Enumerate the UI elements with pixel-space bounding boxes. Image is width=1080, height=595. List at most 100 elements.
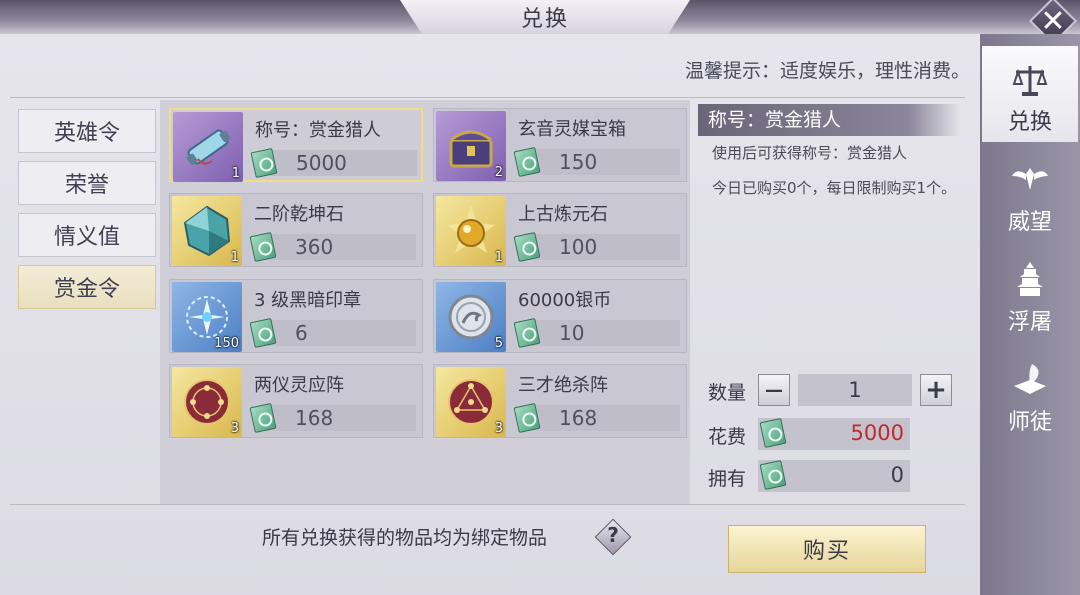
item-card-two-forces-formation[interactable]: 3 两仪灵应阵 168 bbox=[169, 364, 423, 438]
item-price: 360 bbox=[295, 235, 334, 259]
question-icon: ? bbox=[607, 523, 619, 547]
formation-disc-icon bbox=[184, 379, 230, 425]
owned-field: 0 bbox=[758, 459, 910, 492]
item-icon-frame: 2 bbox=[436, 111, 506, 181]
quantity-field[interactable]: 1 bbox=[798, 374, 912, 406]
item-price: 100 bbox=[559, 235, 598, 259]
category-tab-bounty-token[interactable]: 赏金令 bbox=[18, 265, 156, 309]
item-quantity: 3 bbox=[230, 421, 239, 436]
item-quantity: 5 bbox=[494, 336, 503, 351]
price-bar bbox=[262, 234, 416, 260]
price-bar bbox=[526, 405, 680, 431]
bound-items-note: 所有兑换获得的物品均为绑定物品 bbox=[262, 527, 548, 549]
item-quantity: 2 bbox=[494, 165, 503, 180]
item-price: 5000 bbox=[296, 151, 347, 175]
item-name: 上古炼元石 bbox=[518, 204, 608, 225]
price-bar bbox=[526, 149, 680, 175]
item-icon-frame: 3 bbox=[436, 367, 506, 437]
side-tab-label: 师徒 bbox=[1007, 410, 1052, 435]
category-tab-label: 情义值 bbox=[53, 225, 120, 250]
buy-button[interactable]: 购买 bbox=[728, 525, 926, 573]
silver-coin-icon bbox=[448, 294, 494, 340]
item-price: 168 bbox=[559, 406, 598, 430]
crystal-stone-icon bbox=[183, 205, 231, 257]
quantity-increase-button[interactable]: + bbox=[920, 374, 952, 406]
item-price: 168 bbox=[295, 406, 334, 430]
price-bar bbox=[526, 234, 680, 260]
cost-value: 5000 bbox=[850, 421, 904, 445]
item-card-tier2-stone[interactable]: 1 二阶乾坤石 360 bbox=[169, 193, 423, 267]
plus-icon: + bbox=[925, 375, 947, 405]
item-quantity: 1 bbox=[230, 250, 239, 265]
item-quantity: 1 bbox=[494, 250, 503, 265]
item-name: 三才绝杀阵 bbox=[518, 375, 608, 396]
item-price: 10 bbox=[559, 321, 585, 345]
buy-button-label: 购买 bbox=[802, 539, 851, 564]
item-card-three-talents-formation[interactable]: 3 三才绝杀阵 168 bbox=[433, 364, 687, 438]
tip-text: 温馨提示：适度娱乐，理性消费。 bbox=[684, 60, 970, 82]
category-tab-loyalty[interactable]: 情义值 bbox=[18, 213, 156, 257]
owned-label: 拥有 bbox=[708, 468, 747, 490]
side-tab-label: 兑换 bbox=[1007, 110, 1052, 135]
detail-purchase-limit: 今日已购买0个，每日限制购买1个。 bbox=[712, 179, 957, 197]
item-quantity: 1 bbox=[231, 166, 240, 181]
side-tab-prestige[interactable]: 威望 bbox=[982, 146, 1078, 242]
window-title: 兑换 bbox=[400, 0, 690, 36]
item-quantity: 3 bbox=[494, 421, 503, 436]
owned-value: 0 bbox=[890, 463, 904, 487]
item-price: 150 bbox=[559, 150, 598, 174]
category-tab-label: 英雄令 bbox=[53, 121, 120, 146]
window-title-text: 兑换 bbox=[520, 7, 569, 32]
detail-title: 称号：赏金猎人 bbox=[698, 104, 960, 136]
side-tab-label: 威望 bbox=[1007, 210, 1052, 235]
item-name: 两仪灵应阵 bbox=[254, 375, 344, 396]
quantity-label: 数量 bbox=[708, 382, 747, 404]
cost-field: 5000 bbox=[758, 417, 910, 450]
item-name: 3 级黑暗印章 bbox=[254, 290, 362, 311]
category-tab-label: 赏金令 bbox=[53, 277, 120, 302]
side-tab-label: 浮屠 bbox=[1007, 310, 1052, 335]
item-card-dark-seal[interactable]: 150 3 级黑暗印章 6 bbox=[169, 279, 423, 353]
price-bar bbox=[262, 320, 416, 346]
item-icon-frame: 5 bbox=[436, 282, 506, 352]
minus-icon: — bbox=[765, 379, 783, 401]
scales-icon bbox=[1012, 66, 1048, 96]
item-card-silver-coins[interactable]: 5 60000银币 10 bbox=[433, 279, 687, 353]
item-card-treasure-chest[interactable]: 2 玄音灵媒宝箱 150 bbox=[433, 108, 687, 182]
item-icon-frame: 150 bbox=[172, 282, 242, 352]
category-tab-hero-token[interactable]: 英雄令 bbox=[18, 109, 156, 153]
detail-description: 使用后可获得称号：赏金猎人 bbox=[712, 144, 908, 162]
category-tab-label: 荣誉 bbox=[64, 173, 109, 198]
top-divider bbox=[10, 97, 965, 98]
item-quantity: 150 bbox=[214, 336, 239, 351]
item-name: 二阶乾坤石 bbox=[254, 204, 344, 225]
item-name: 玄音灵媒宝箱 bbox=[518, 119, 626, 140]
item-icon-frame: 1 bbox=[172, 196, 242, 266]
bounty-token-icon bbox=[759, 459, 787, 491]
item-icon-frame: 1 bbox=[436, 196, 506, 266]
category-tab-honor[interactable]: 荣誉 bbox=[18, 161, 156, 205]
price-bar bbox=[262, 405, 416, 431]
item-price: 6 bbox=[295, 321, 308, 345]
item-name: 60000银币 bbox=[518, 290, 612, 311]
item-icon-frame: 3 bbox=[172, 367, 242, 437]
formation-disc-icon bbox=[448, 379, 494, 425]
quantity-decrease-button[interactable]: — bbox=[758, 374, 790, 406]
price-bar bbox=[526, 320, 680, 346]
side-tab-pagoda[interactable]: 浮屠 bbox=[982, 246, 1078, 342]
help-button[interactable]: ? bbox=[594, 518, 632, 556]
side-tab-exchange[interactable]: 兑换 bbox=[982, 46, 1078, 142]
bounty-token-icon bbox=[759, 417, 787, 449]
pagoda-icon bbox=[1017, 262, 1043, 296]
cost-label: 花费 bbox=[708, 426, 747, 448]
golden-orb-icon bbox=[447, 205, 495, 253]
bottom-divider bbox=[10, 504, 965, 505]
item-card-bounty-hunter-title[interactable]: 1 称号：赏金猎人 5000 bbox=[169, 108, 423, 182]
winged-emblem-icon bbox=[1012, 168, 1048, 190]
item-card-ancient-stone[interactable]: 1 上古炼元石 100 bbox=[433, 193, 687, 267]
item-icon-frame: 1 bbox=[173, 112, 243, 182]
scroll-icon bbox=[186, 129, 231, 165]
quantity-value: 1 bbox=[848, 378, 862, 402]
side-tab-mentorship[interactable]: 师徒 bbox=[982, 346, 1078, 442]
treasure-chest-icon bbox=[449, 130, 493, 168]
